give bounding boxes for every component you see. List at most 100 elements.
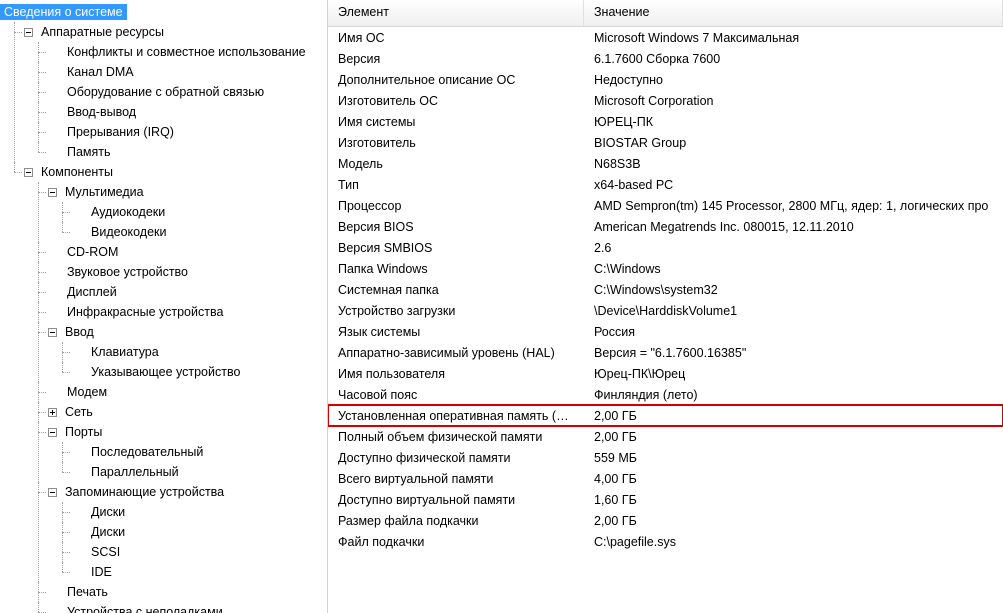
details-name-cell: Имя системы: [328, 115, 584, 129]
details-name-cell: Изготовитель ОС: [328, 94, 584, 108]
tree-item-pointing-device[interactable]: Указывающее устройство: [72, 362, 327, 382]
details-row[interactable]: МодельN68S3B: [328, 153, 1003, 174]
details-row[interactable]: Папка WindowsC:\Windows: [328, 258, 1003, 279]
tree-leaf-icon: [48, 588, 59, 597]
tree-leaf-icon: [72, 348, 83, 357]
details-row[interactable]: Аппаратно-зависимый уровень (HAL)Версия …: [328, 342, 1003, 363]
details-row[interactable]: Устройство загрузки\Device\HarddiskVolum…: [328, 300, 1003, 321]
tree-item-serial[interactable]: Последовательный: [72, 442, 327, 462]
tree-leaf-icon: [48, 308, 59, 317]
details-name-cell: Аппаратно-зависимый уровень (HAL): [328, 346, 584, 360]
collapse-icon[interactable]: [48, 488, 57, 497]
details-row[interactable]: Изготовитель ОСMicrosoft Corporation: [328, 90, 1003, 111]
collapse-icon[interactable]: [48, 188, 57, 197]
tree-item-scsi[interactable]: SCSI: [72, 542, 327, 562]
details-name-cell: Тип: [328, 178, 584, 192]
details-value-cell: 2.6: [584, 241, 1003, 255]
nav-tree-pane: Сведения о системе Аппаратные ресурсы Ко…: [0, 0, 328, 613]
tree-item-network[interactable]: Сеть: [48, 402, 327, 422]
tree-item-forced-hardware[interactable]: Оборудование с обратной связью: [48, 82, 327, 102]
details-row[interactable]: Доступно физической памяти559 МБ: [328, 447, 1003, 468]
tree-item-dma[interactable]: Канал DMA: [48, 62, 327, 82]
tree-item-memory[interactable]: Память: [48, 142, 327, 162]
nav-tree[interactable]: Сведения о системе Аппаратные ресурсы Ко…: [0, 2, 327, 613]
details-row[interactable]: Имя системыЮРЕЦ-ПК: [328, 111, 1003, 132]
expand-icon[interactable]: [48, 408, 57, 417]
details-value-cell: Недоступно: [584, 73, 1003, 87]
column-header-name[interactable]: Элемент: [328, 0, 584, 26]
tree-item-modem[interactable]: Модем: [48, 382, 327, 402]
details-name-cell: Версия: [328, 52, 584, 66]
tree-item-multimedia[interactable]: Мультимедиа: [48, 182, 327, 202]
tree-item-storage[interactable]: Запоминающие устройства: [48, 482, 327, 502]
tree-item-audio-codecs[interactable]: Аудиокодеки: [72, 202, 327, 222]
details-value-cell: Финляндия (лето): [584, 388, 1003, 402]
tree-item-conflicts[interactable]: Конфликты и совместное использование: [48, 42, 327, 62]
tree-leaf-icon: [72, 448, 83, 457]
collapse-icon[interactable]: [24, 28, 33, 37]
tree-item-sound-device[interactable]: Звуковое устройство: [48, 262, 327, 282]
details-row[interactable]: Всего виртуальной памяти4,00 ГБ: [328, 468, 1003, 489]
details-row[interactable]: ПроцессорAMD Sempron(tm) 145 Processor, …: [328, 195, 1003, 216]
details-row[interactable]: Установленная оперативная память (RA...2…: [328, 405, 1003, 426]
tree-leaf-icon: [48, 108, 59, 117]
details-pane: Элемент Значение Имя ОСMicrosoft Windows…: [328, 0, 1003, 613]
tree-item-infrared[interactable]: Инфракрасные устройства: [48, 302, 327, 322]
details-name-cell: Доступно виртуальной памяти: [328, 493, 584, 507]
tree-item-hardware-resources[interactable]: Аппаратные ресурсы: [24, 22, 327, 42]
details-row[interactable]: Имя ОСMicrosoft Windows 7 Максимальная: [328, 27, 1003, 48]
details-row[interactable]: Версия6.1.7600 Сборка 7600: [328, 48, 1003, 69]
tree-leaf-icon: [72, 508, 83, 517]
collapse-icon[interactable]: [24, 168, 33, 177]
details-header: Элемент Значение: [328, 0, 1003, 27]
details-row[interactable]: Язык системыРоссия: [328, 321, 1003, 342]
tree-item-input[interactable]: Ввод: [48, 322, 327, 342]
details-row[interactable]: Размер файла подкачки2,00 ГБ: [328, 510, 1003, 531]
tree-item-components[interactable]: Компоненты: [24, 162, 327, 182]
details-value-cell: Microsoft Windows 7 Максимальная: [584, 31, 1003, 45]
details-value-cell: 6.1.7600 Сборка 7600: [584, 52, 1003, 66]
details-row[interactable]: Дополнительное описание ОСНедоступно: [328, 69, 1003, 90]
details-row[interactable]: Версия SMBIOS2.6: [328, 237, 1003, 258]
details-row[interactable]: Системная папкаC:\Windows\system32: [328, 279, 1003, 300]
tree-item-io[interactable]: Ввод-вывод: [48, 102, 327, 122]
tree-item-video-codecs[interactable]: Видеокодеки: [72, 222, 327, 242]
details-row[interactable]: Имя пользователяЮрец-ПК\Юрец: [328, 363, 1003, 384]
details-value-cell: BIOSTAR Group: [584, 136, 1003, 150]
tree-item-ide[interactable]: IDE: [72, 562, 327, 582]
tree-item-keyboard[interactable]: Клавиатура: [72, 342, 327, 362]
details-value-cell: Россия: [584, 325, 1003, 339]
details-row[interactable]: Часовой поясФинляндия (лето): [328, 384, 1003, 405]
details-row[interactable]: ИзготовительBIOSTAR Group: [328, 132, 1003, 153]
column-header-value[interactable]: Значение: [584, 0, 1003, 26]
details-name-cell: Версия SMBIOS: [328, 241, 584, 255]
tree-item-problem-devices[interactable]: Устройства с неполадками: [48, 602, 327, 613]
details-row[interactable]: Типx64-based PC: [328, 174, 1003, 195]
collapse-icon[interactable]: [48, 428, 57, 437]
details-value-cell: 2,00 ГБ: [584, 514, 1003, 528]
tree-item-cdrom[interactable]: CD-ROM: [48, 242, 327, 262]
tree-leaf-icon: [48, 388, 59, 397]
details-row[interactable]: Файл подкачкиC:\pagefile.sys: [328, 531, 1003, 552]
details-row[interactable]: Версия BIOSAmerican Megatrends Inc. 0800…: [328, 216, 1003, 237]
tree-item-irqs[interactable]: Прерывания (IRQ): [48, 122, 327, 142]
tree-item-printing[interactable]: Печать: [48, 582, 327, 602]
collapse-icon[interactable]: [48, 328, 57, 337]
details-name-cell: Изготовитель: [328, 136, 584, 150]
details-name-cell: Полный объем физической памяти: [328, 430, 584, 444]
details-row[interactable]: Полный объем физической памяти2,00 ГБ: [328, 426, 1003, 447]
details-row[interactable]: Доступно виртуальной памяти1,60 ГБ: [328, 489, 1003, 510]
tree-item-display[interactable]: Дисплей: [48, 282, 327, 302]
tree-leaf-icon: [72, 468, 83, 477]
details-name-cell: Файл подкачки: [328, 535, 584, 549]
tree-root-system-summary[interactable]: Сведения о системе: [0, 2, 327, 22]
details-body[interactable]: Имя ОСMicrosoft Windows 7 МаксимальнаяВе…: [328, 27, 1003, 613]
tree-item-parallel[interactable]: Параллельный: [72, 462, 327, 482]
details-value-cell: C:\Windows\system32: [584, 283, 1003, 297]
details-value-cell: Версия = "6.1.7600.16385": [584, 346, 1003, 360]
tree-item-ports[interactable]: Порты: [48, 422, 327, 442]
tree-item-drives-1[interactable]: Диски: [72, 502, 327, 522]
details-value-cell: 1,60 ГБ: [584, 493, 1003, 507]
details-name-cell: Имя ОС: [328, 31, 584, 45]
tree-item-drives-2[interactable]: Диски: [72, 522, 327, 542]
